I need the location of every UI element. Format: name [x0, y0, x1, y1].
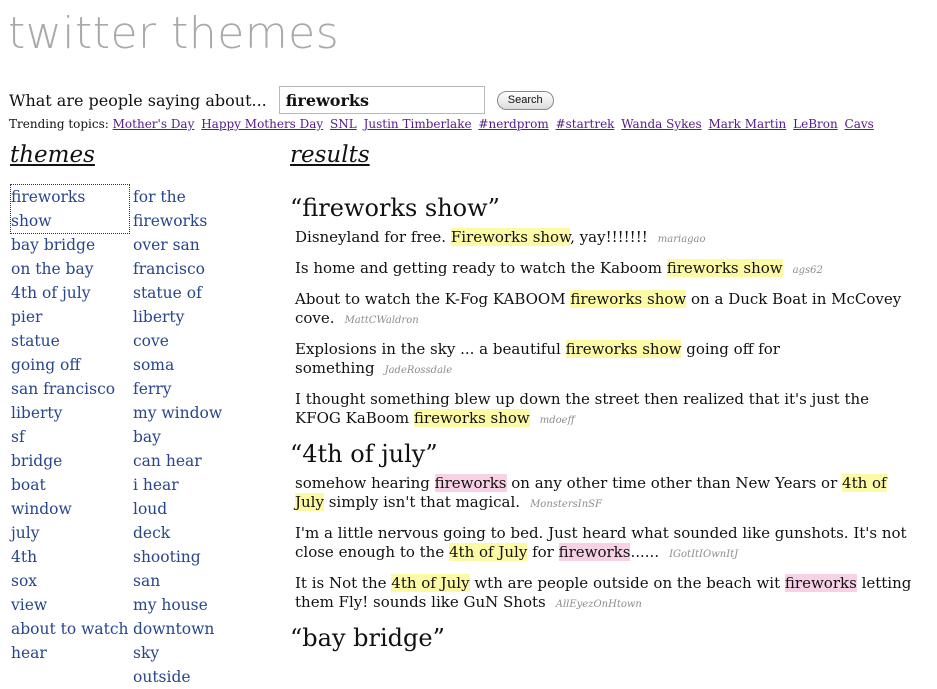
- theme-link[interactable]: my window: [133, 401, 251, 425]
- query-highlight: fireworks: [558, 543, 631, 561]
- tweet-author[interactable]: AllEyezOnHtown: [556, 599, 642, 610]
- theme-highlight: 4th of July: [449, 543, 528, 561]
- theme-link[interactable]: 4th: [11, 545, 129, 569]
- tweet: It is Not the 4th of July wth are people…: [295, 574, 912, 611]
- theme-link[interactable]: liberty: [11, 401, 129, 425]
- themes-column-1: fireworks show bay bridge on the bay 4th of…: [10, 184, 130, 665]
- theme-link[interactable]: bay: [133, 425, 251, 449]
- tweet-author[interactable]: ags62: [793, 265, 823, 276]
- trending-topic-link[interactable]: SNL: [330, 117, 357, 131]
- result-group-title: “bay bridge”: [290, 624, 445, 652]
- theme-link[interactable]: cove: [133, 329, 251, 353]
- search-button[interactable]: Search: [496, 90, 554, 110]
- tweet-author[interactable]: JadeRossdale: [385, 365, 453, 376]
- search-input[interactable]: [278, 86, 485, 114]
- trending-topic-link[interactable]: LeBron: [793, 117, 838, 131]
- tweet: Disneyland for free. Fireworks show, yay…: [295, 228, 706, 246]
- theme-link[interactable]: i hear: [133, 473, 251, 497]
- query-highlight: fireworks: [434, 474, 507, 492]
- theme-link[interactable]: 4th of july: [11, 281, 129, 305]
- query-highlight: fireworks: [784, 574, 857, 592]
- theme-link[interactable]: bay bridge: [11, 233, 129, 257]
- trending-topic-link[interactable]: Happy Mothers Day: [201, 117, 323, 131]
- trending-topics: Trending topics: Mother's Day Happy Moth…: [9, 117, 877, 131]
- themes-heading: themes: [10, 142, 95, 168]
- theme-link[interactable]: shooting: [133, 545, 251, 569]
- theme-link[interactable]: on the bay: [11, 257, 129, 281]
- tweet-author[interactable]: MonstersInSF: [530, 499, 602, 510]
- theme-link[interactable]: loud: [133, 497, 251, 521]
- theme-link[interactable]: hear: [11, 641, 129, 665]
- theme-link[interactable]: outside: [133, 665, 251, 689]
- theme-link[interactable]: sox: [11, 569, 129, 593]
- theme-link[interactable]: window: [11, 497, 129, 521]
- tweet-author[interactable]: IGotItIOwnItJ: [669, 549, 738, 560]
- theme-highlight: Fireworks show: [450, 228, 571, 246]
- tweet-author[interactable]: mariagao: [658, 234, 706, 245]
- theme-link[interactable]: sky: [133, 641, 251, 665]
- tweet: I thought something blew up down the str…: [295, 390, 870, 427]
- result-group: “bay bridge”: [290, 624, 915, 652]
- theme-link[interactable]: boat: [11, 473, 129, 497]
- search-bar: What are people saying about... Search: [9, 86, 554, 114]
- theme-link[interactable]: soma: [133, 353, 251, 377]
- theme-link[interactable]: bridge: [11, 449, 129, 473]
- theme-link[interactable]: pier: [11, 305, 129, 329]
- results-heading: results: [290, 142, 370, 168]
- theme-highlight: fireworks show: [570, 290, 687, 308]
- trending-topic-link[interactable]: Cavs: [845, 117, 874, 131]
- theme-link[interactable]: san: [133, 569, 251, 593]
- theme-link[interactable]: san francisco: [11, 377, 129, 401]
- result-group-title: “4th of july”: [290, 440, 438, 468]
- result-group: “4th of july” somehow hearing fireworks o…: [290, 440, 915, 614]
- theme-link[interactable]: for the fireworks: [133, 185, 251, 233]
- theme-link[interactable]: statue: [11, 329, 129, 353]
- trending-topic-link[interactable]: #nerdprom: [478, 117, 548, 131]
- theme-link[interactable]: july: [11, 521, 129, 545]
- trending-topic-link[interactable]: Wanda Sykes: [621, 117, 701, 131]
- theme-highlight: fireworks show: [565, 340, 682, 358]
- theme-link[interactable]: fireworks show: [10, 184, 130, 234]
- tweet: Explosions in the sky ... a beautiful fi…: [295, 340, 780, 377]
- theme-link[interactable]: view: [11, 593, 129, 617]
- search-label: What are people saying about...: [9, 90, 267, 110]
- result-group-title: “fireworks show”: [290, 194, 500, 222]
- tweet: Is home and getting ready to watch the K…: [295, 259, 823, 277]
- theme-link[interactable]: over san francisco: [133, 233, 251, 281]
- trending-topic-link[interactable]: #startrek: [556, 117, 615, 131]
- result-group: “fireworks show” Disneyland for free. Fir…: [290, 194, 915, 430]
- theme-link[interactable]: statue of liberty: [133, 281, 251, 329]
- theme-link[interactable]: sf: [11, 425, 129, 449]
- theme-link[interactable]: about to watch: [11, 617, 129, 641]
- themes-column-2: for the fireworks over san francisco statu…: [133, 185, 251, 689]
- tweet-author[interactable]: mdoeff: [540, 415, 575, 426]
- tweet-author[interactable]: MattCWaldron: [345, 315, 419, 326]
- results-list: “fireworks show” Disneyland for free. Fir…: [290, 188, 915, 658]
- trending-topic-link[interactable]: Mother's Day: [113, 117, 195, 131]
- theme-highlight: 4th of July: [391, 574, 470, 592]
- theme-link[interactable]: can hear: [133, 449, 251, 473]
- theme-highlight: fireworks show: [666, 259, 783, 277]
- theme-link[interactable]: downtown: [133, 617, 251, 641]
- tweet: About to watch the K-Fog KABOOM firework…: [295, 290, 902, 327]
- theme-link[interactable]: ferry: [133, 377, 251, 401]
- trending-label: Trending topics:: [9, 117, 109, 131]
- theme-link[interactable]: deck: [133, 521, 251, 545]
- tweet: I'm a little nervous going to bed. Just …: [295, 524, 907, 561]
- tweet: somehow hearing fireworks on any other t…: [295, 474, 887, 511]
- theme-highlight: fireworks show: [413, 409, 530, 427]
- theme-link[interactable]: going off: [11, 353, 129, 377]
- trending-topic-link[interactable]: Justin Timberlake: [364, 117, 472, 131]
- trending-topic-link[interactable]: Mark Martin: [708, 117, 786, 131]
- app-logo: twitter themes: [8, 8, 340, 59]
- theme-link[interactable]: my house: [133, 593, 251, 617]
